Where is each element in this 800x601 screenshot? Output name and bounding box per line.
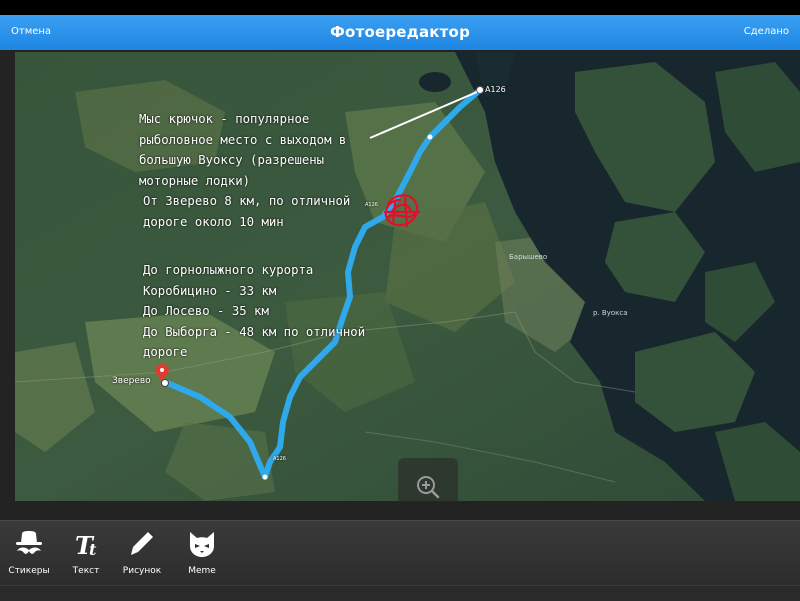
mustache-hat-icon (16, 531, 42, 554)
tool-text[interactable]: T t Текст (60, 529, 112, 576)
tool-draw[interactable]: Рисунок (116, 529, 168, 576)
start-marker (161, 379, 169, 387)
status-bar (0, 0, 800, 15)
note-distances: До горнолыжного курорта Коробицино - 33 … (143, 263, 366, 359)
route-end-marker (476, 86, 484, 94)
tool-meme[interactable]: Meme (176, 529, 228, 576)
start-town-label: Зверево (112, 376, 151, 386)
pencil-icon (131, 530, 155, 555)
done-button[interactable]: Сделано (744, 26, 789, 37)
zoom-in-icon (417, 476, 440, 499)
road-label: A126 (273, 456, 286, 462)
bottom-strip (0, 585, 800, 601)
text-tt-icon: T t (75, 531, 97, 559)
note-distance-zverevo: От Зверево 8 км, по отличной дороге окол… (143, 194, 351, 229)
photo-map[interactable]: A126 A126 A126 Зверево Барышево р. Вуокс… (15, 52, 800, 501)
tool-stickers[interactable]: Стикеры (3, 529, 55, 576)
zoom-button[interactable] (398, 458, 458, 502)
road-label: A126 (365, 202, 378, 208)
svg-text:t: t (89, 540, 97, 559)
pond (419, 72, 451, 92)
satellite-map (15, 52, 800, 501)
page-title: Фотоередактор (329, 23, 471, 41)
map-pin-dot (160, 368, 164, 372)
river-label: р. Вуокса (593, 309, 628, 317)
tool-bar: Стикеры T t Текст Рисунок Meme (0, 520, 800, 586)
route-waypoint (427, 134, 433, 140)
village-label: Барышево (509, 253, 548, 261)
cat-face-icon (190, 532, 214, 557)
route-waypoint (262, 474, 268, 480)
note-cape-kryuchok: Мыс крючок - популярное рыболовное место… (139, 112, 347, 188)
road-label: A126 (485, 85, 506, 94)
nav-bar: Отмена Фотоередактор Сделано (0, 15, 800, 50)
